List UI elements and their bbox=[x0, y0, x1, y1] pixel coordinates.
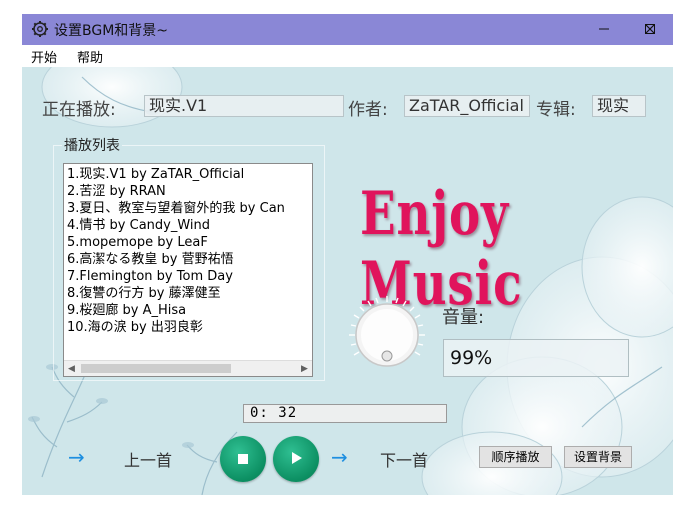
menu-start[interactable]: 开始 bbox=[31, 47, 57, 66]
main-panel: 正在播放: 现实.V1 作者: ZaTAR_Official 专辑: 现实 播放… bbox=[22, 67, 673, 495]
prev-track-button[interactable]: 上一首 bbox=[124, 447, 172, 471]
playlist-title: 播放列表 bbox=[62, 135, 122, 155]
list-item[interactable]: 7.Flemington by Tom Day bbox=[67, 268, 312, 285]
volume-knob-icon[interactable] bbox=[346, 294, 428, 376]
volume-value-display: 99% bbox=[443, 339, 629, 377]
window-title: 设置BGM和背景~ bbox=[54, 23, 169, 39]
now-playing-field[interactable]: 现实.V1 bbox=[144, 95, 344, 117]
order-play-button[interactable]: 顺序播放 bbox=[479, 446, 552, 468]
stop-icon bbox=[237, 450, 249, 469]
close-icon bbox=[644, 20, 656, 39]
album-label: 专辑: bbox=[536, 100, 576, 120]
list-item[interactable]: 9.桜廻廊 by A_Hisa bbox=[67, 302, 312, 319]
horizontal-scrollbar[interactable]: ◀ ▶ bbox=[64, 360, 312, 376]
title-bar[interactable]: 设置BGM和背景~ bbox=[22, 14, 673, 45]
min-area-4 bbox=[581, 14, 627, 45]
scroll-right-icon[interactable]: ▶ bbox=[297, 361, 312, 376]
list-item[interactable]: 8.復讐の行方 by 藤澤健至 bbox=[67, 285, 312, 302]
list-item[interactable]: 5.mopemope by LeaF bbox=[67, 234, 312, 251]
author-field[interactable]: ZaTAR_Official bbox=[404, 95, 530, 117]
album-field[interactable]: 现实 bbox=[592, 95, 646, 117]
play-button[interactable] bbox=[273, 436, 319, 482]
list-item[interactable]: 1.现实.V1 by ZaTAR_Official bbox=[67, 166, 312, 183]
list-item[interactable]: 4.情书 by Candy_Wind bbox=[67, 217, 312, 234]
menu-bar: 开始 帮助 bbox=[22, 45, 673, 67]
author-label: 作者: bbox=[348, 100, 388, 120]
stop-button[interactable] bbox=[220, 436, 266, 482]
volume-label: 音量: bbox=[442, 307, 485, 328]
list-item[interactable]: 10.海の涙 by 出羽良彰 bbox=[67, 319, 312, 336]
next-arrow-icon[interactable]: → bbox=[331, 445, 348, 469]
prev-arrow-icon[interactable]: → bbox=[68, 445, 85, 469]
gear-icon bbox=[31, 20, 49, 38]
set-background-button[interactable]: 设置背景 bbox=[564, 446, 632, 468]
list-item[interactable]: 3.夏日、教室与望着窗外的我 by Can bbox=[67, 200, 312, 217]
playlist-listbox[interactable]: 1.现实.V1 by ZaTAR_Official 2.苦涩 by RRAN 3… bbox=[63, 163, 313, 377]
play-icon bbox=[289, 450, 303, 469]
menu-help[interactable]: 帮助 bbox=[77, 47, 103, 66]
playback-time-bar[interactable]: 0: 32 bbox=[243, 404, 447, 423]
now-playing-label: 正在播放: bbox=[42, 100, 116, 120]
scroll-left-icon[interactable]: ◀ bbox=[64, 361, 79, 376]
next-track-button[interactable]: 下一首 bbox=[380, 447, 428, 471]
scrollbar-thumb[interactable] bbox=[81, 364, 231, 373]
close-button[interactable] bbox=[627, 14, 673, 45]
list-item[interactable]: 2.苦涩 by RRAN bbox=[67, 183, 312, 200]
app-window: 设置BGM和背景~ 开始 帮助 正在播放: 现实.V1 作者: ZaTAR_Of… bbox=[0, 0, 696, 520]
list-item[interactable]: 6.高潔なる教皇 by 菅野祐悟 bbox=[67, 251, 312, 268]
